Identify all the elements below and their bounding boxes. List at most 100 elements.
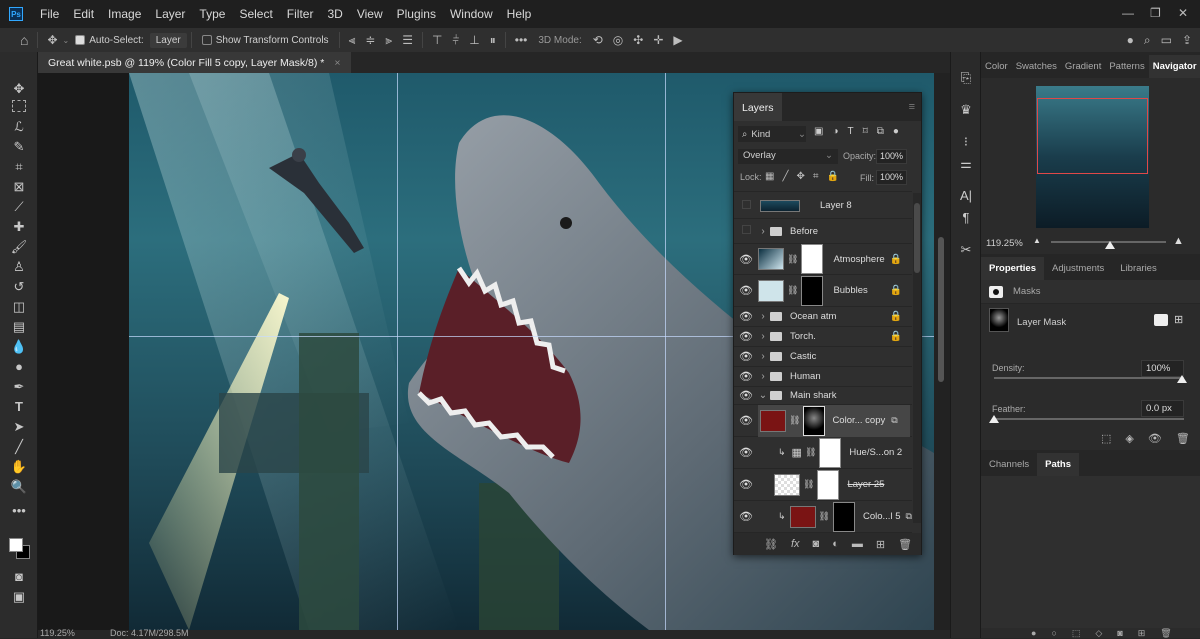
layer-mask-thumbnail[interactable] xyxy=(801,244,824,274)
menu-file[interactable]: File xyxy=(33,7,66,21)
layer-group-row[interactable]: 👁 › Human xyxy=(734,367,912,387)
fx-icon[interactable]: fx xyxy=(791,538,800,550)
menu-edit[interactable]: Edit xyxy=(66,7,101,21)
navigator-zoom-knob[interactable] xyxy=(1105,241,1115,249)
quick-mask-icon[interactable]: ◙ xyxy=(10,568,28,586)
distribute-vertical-icon[interactable]: ⏸ xyxy=(490,33,496,48)
feather-knob[interactable] xyxy=(989,415,999,423)
filter-smart-icon[interactable]: ⧉ xyxy=(877,126,884,137)
eye-icon[interactable]: 👁 xyxy=(734,478,758,491)
layer-mask-thumbnail[interactable] xyxy=(801,275,824,306)
link-icon[interactable]: ⛓ xyxy=(805,447,816,458)
filter-shape-icon[interactable]: ⌑ xyxy=(863,126,868,137)
lasso-tool-icon[interactable]: ℒ xyxy=(10,118,28,136)
vertical-guide[interactable] xyxy=(665,73,666,630)
eye-icon[interactable]: 👁 xyxy=(734,253,758,266)
share-icon[interactable]: ⇪ xyxy=(1182,33,1192,47)
stamp-tool-icon[interactable]: ♙ xyxy=(10,258,28,276)
vertical-scrollbar-thumb[interactable] xyxy=(938,237,944,382)
menu-select[interactable]: Select xyxy=(232,7,279,21)
paragraph-panel-icon[interactable]: ¶ xyxy=(958,210,974,225)
feather-field[interactable]: 0.0 px xyxy=(1141,400,1184,417)
menu-image[interactable]: Image xyxy=(101,7,148,21)
menu-layer[interactable]: Layer xyxy=(148,7,192,21)
close-button[interactable]: ✕ xyxy=(1178,6,1188,20)
status-zoom[interactable]: 119.25% xyxy=(40,628,75,638)
navigator-preview[interactable] xyxy=(1036,86,1149,228)
fill-path-icon[interactable]: ● xyxy=(1031,628,1036,638)
menu-3d[interactable]: 3D xyxy=(320,7,349,21)
link-icon[interactable]: ⛓ xyxy=(787,285,798,296)
blend-mode-dropdown[interactable]: Overlay ⌄ xyxy=(738,149,838,164)
history-brush-icon[interactable]: ↺ xyxy=(10,278,28,296)
layer-mask-thumbnail[interactable] xyxy=(819,437,842,468)
marquee-tool-icon[interactable] xyxy=(12,100,26,112)
density-slider[interactable] xyxy=(994,377,1184,379)
layers-scrollbar[interactable] xyxy=(913,193,921,523)
eye-icon[interactable]: 👁 xyxy=(734,350,758,363)
align-middle-icon[interactable]: ⫩ xyxy=(452,33,459,48)
eye-icon[interactable]: 👁 xyxy=(734,389,758,402)
menu-type[interactable]: Type xyxy=(192,7,232,21)
dodge-tool-icon[interactable]: ● xyxy=(10,358,28,376)
layer-row[interactable]: 👁 ↳ ▦ ⛓ Hue/S...on 2 xyxy=(734,437,912,469)
tab-gradient[interactable]: Gradient xyxy=(1061,55,1105,78)
menu-help[interactable]: Help xyxy=(500,7,539,21)
vector-mask-button[interactable]: ⊞ xyxy=(1174,313,1183,326)
show-transform-toggle[interactable]: Show Transform Controls xyxy=(201,35,329,46)
blur-tool-icon[interactable]: 💧 xyxy=(10,338,28,356)
layer-row[interactable]: 👁 ⛓ Atmosphere 🔒 xyxy=(734,244,912,275)
status-doc-size[interactable]: Doc: 4.17M/298.5M xyxy=(110,628,189,638)
tab-patterns[interactable]: Patterns xyxy=(1105,55,1148,78)
path-to-selection-icon[interactable]: ⬚ xyxy=(1072,628,1081,638)
link-icon[interactable]: ⛓ xyxy=(789,415,800,426)
link-icon[interactable]: ⛓ xyxy=(787,254,798,265)
filter-type-icon[interactable]: T xyxy=(848,126,854,137)
tab-navigator[interactable]: Navigator xyxy=(1148,55,1200,78)
move-tool-icon[interactable]: ✥ xyxy=(47,33,57,47)
layer-row[interactable]: Layer 8 xyxy=(734,193,912,219)
actions-panel-icon[interactable]: ♛ xyxy=(958,102,974,118)
minimize-button[interactable]: — xyxy=(1122,6,1134,20)
history-panel-icon[interactable]: ⎘ xyxy=(958,70,974,86)
filter-pixel-icon[interactable]: ▣ xyxy=(814,126,823,137)
tab-adjustments[interactable]: Adjustments xyxy=(1044,257,1112,280)
filter-kind-dropdown[interactable]: ⌕ Kind ⌄ xyxy=(738,126,806,142)
align-bottom-icon[interactable]: ⊥ xyxy=(469,33,479,47)
opacity-field[interactable]: 100% xyxy=(876,149,908,164)
hand-tool-icon[interactable]: ✋ xyxy=(10,458,28,476)
vertical-guide[interactable] xyxy=(397,73,398,630)
gradient-tool-icon[interactable]: ▤ xyxy=(10,318,28,336)
workspace-icon[interactable]: ▭ xyxy=(1161,33,1172,47)
filter-adjustment-icon[interactable]: ◑ xyxy=(832,126,838,137)
eye-icon[interactable]: 👁 xyxy=(734,510,758,523)
tab-properties[interactable]: Properties xyxy=(981,257,1044,280)
eye-icon[interactable]: 👁 xyxy=(734,310,758,323)
screen-mode-icon[interactable]: ▣ xyxy=(10,588,28,606)
layer-group-row[interactable]: 👁 › Ocean atm 🔒 xyxy=(734,307,912,327)
slide-3d-icon[interactable]: ✛ xyxy=(653,33,663,47)
eye-icon[interactable]: 👁 xyxy=(734,330,758,343)
auto-select-toggle[interactable]: Auto-Select: xyxy=(75,35,144,46)
restore-button[interactable]: ❐ xyxy=(1150,6,1161,20)
new-layer-icon[interactable]: ⊞ xyxy=(876,538,885,551)
link-icon[interactable]: ⛓ xyxy=(819,511,830,522)
navigator-view-box[interactable] xyxy=(1037,98,1148,174)
zoom-out-icon[interactable]: ▲ xyxy=(1033,236,1041,245)
add-mask-icon[interactable]: ◙ xyxy=(1117,628,1122,638)
toggle-mask-visibility-icon[interactable]: 👁 xyxy=(1148,432,1162,445)
line-tool-icon[interactable]: ╱ xyxy=(10,438,28,456)
distribute-icon[interactable]: ☰ xyxy=(402,33,413,47)
new-group-icon[interactable]: ▬ xyxy=(852,538,863,550)
foreground-color-swatch[interactable] xyxy=(9,538,23,552)
tab-channels[interactable]: Channels xyxy=(981,453,1037,476)
selection-to-path-icon[interactable]: ◇ xyxy=(1095,628,1102,638)
auto-select-target-dropdown[interactable]: Layer xyxy=(149,32,187,48)
healing-tool-icon[interactable]: ✚ xyxy=(10,218,28,236)
stroke-path-icon[interactable]: ○ xyxy=(1051,628,1056,638)
pen-tool-icon[interactable]: ✒ xyxy=(10,378,28,396)
eye-icon[interactable]: 👁 xyxy=(734,446,758,459)
menu-window[interactable]: Window xyxy=(443,7,500,21)
link-icon[interactable]: ⛓ xyxy=(803,479,814,490)
show-transform-checkbox[interactable] xyxy=(201,35,212,45)
